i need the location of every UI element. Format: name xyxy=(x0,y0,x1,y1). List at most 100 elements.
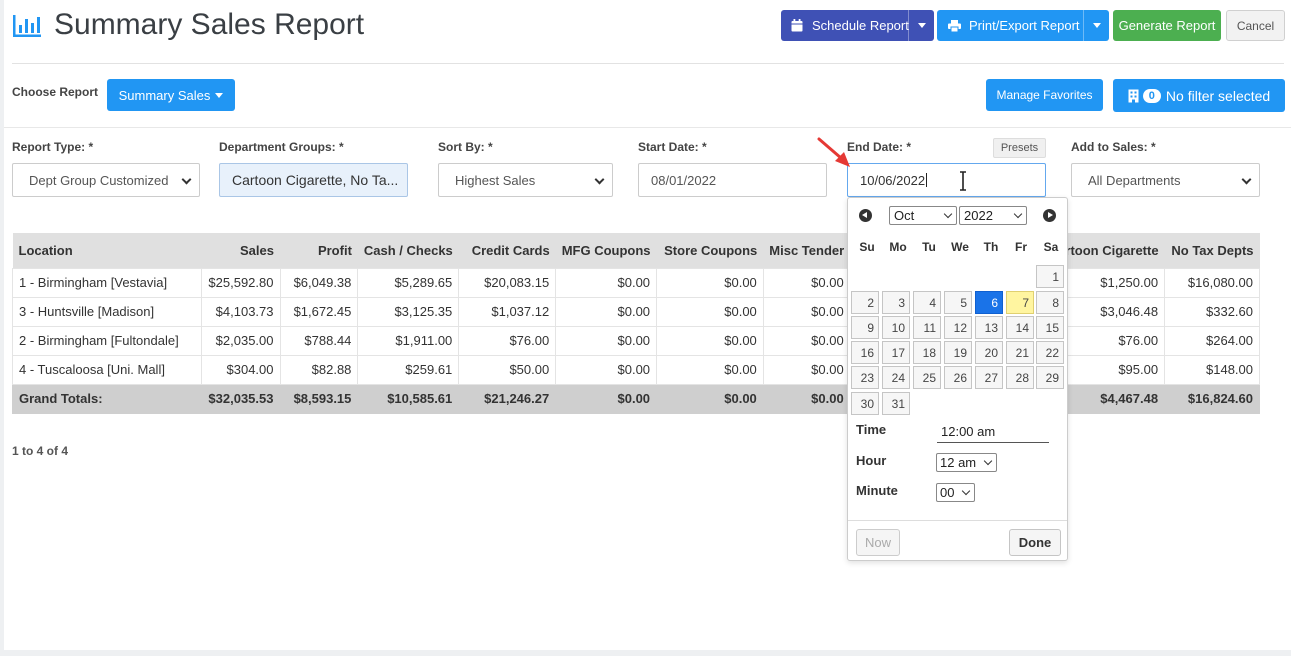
column-header[interactable]: No Tax Depts xyxy=(1164,233,1260,268)
column-header[interactable]: Cash / Checks xyxy=(357,233,459,268)
calendar-day[interactable]: 7 xyxy=(1006,291,1034,314)
column-header[interactable]: Sales xyxy=(201,233,280,268)
table-row[interactable]: 3 - Huntsville [Madison] $4,103.73 $1,67… xyxy=(11,296,1260,327)
calendar-day[interactable]: 26 xyxy=(944,366,972,389)
arrow-left-icon[interactable] xyxy=(859,209,872,222)
presets-button[interactable]: Presets xyxy=(993,138,1046,158)
table-row[interactable]: 4 - Tuscaloosa [Uni. Mall] $304.00 $82.8… xyxy=(11,354,1260,385)
red-arrow-icon xyxy=(817,137,850,167)
divider xyxy=(4,127,1291,128)
datepicker-header: Oct 2022 xyxy=(848,198,1067,232)
calendar-day[interactable]: 28 xyxy=(1006,366,1034,389)
calendar-day[interactable]: 24 xyxy=(882,366,910,389)
table-cell: $1,911.00 xyxy=(357,325,460,356)
calendar-day[interactable]: 10 xyxy=(882,316,910,339)
calendar-day[interactable]: 16 xyxy=(851,341,879,364)
department-groups-value: Cartoon Cigarette, No Ta... xyxy=(232,172,399,188)
department-groups-select[interactable]: Cartoon Cigarette, No Ta... xyxy=(219,163,408,197)
calendar-day[interactable]: 9 xyxy=(851,316,879,339)
year-select[interactable]: 2022 xyxy=(959,206,1027,225)
table-cell: $1,672.45 xyxy=(279,296,359,327)
calendar-day[interactable]: 22 xyxy=(1036,341,1064,364)
table-cell: $3,125.35 xyxy=(357,296,460,327)
calendar-day[interactable]: 15 xyxy=(1036,316,1064,339)
calendar-day[interactable]: 17 xyxy=(882,341,910,364)
calendar-day[interactable]: 27 xyxy=(975,366,1003,389)
sort-by-select[interactable]: Highest Sales xyxy=(438,163,613,197)
calendar-day[interactable]: 11 xyxy=(913,316,941,339)
year-value: 2022 xyxy=(964,208,993,223)
table-cell: $0.00 xyxy=(656,354,764,385)
report-type-select[interactable]: Dept Group Customized xyxy=(12,163,200,197)
table-cell: $0.00 xyxy=(555,296,658,327)
table-cell: $0.00 xyxy=(656,267,764,298)
calendar-day[interactable]: 25 xyxy=(913,366,941,389)
minute-select[interactable]: 00 xyxy=(936,483,975,502)
table-cell: $0.00 xyxy=(555,267,658,298)
column-header[interactable]: Credit Cards xyxy=(458,233,556,268)
datepicker: Oct 2022 Su Mo Tu We Th Fr Sa 1234567891… xyxy=(847,197,1068,561)
hour-select[interactable]: 12 am xyxy=(936,453,997,472)
print-export-button[interactable]: Print/Export Report xyxy=(937,10,1109,41)
calendar-day[interactable]: 1 xyxy=(1036,265,1064,288)
column-header[interactable]: MFG Coupons xyxy=(555,233,657,268)
add-to-sales-select[interactable]: All Departments xyxy=(1071,163,1260,197)
column-header[interactable]: Store Coupons xyxy=(656,233,764,268)
table-row[interactable]: 1 - Birmingham [Vestavia] $25,592.80 $6,… xyxy=(11,267,1260,298)
print-dropdown-toggle[interactable] xyxy=(1083,10,1109,41)
cancel-button[interactable]: Cancel xyxy=(1226,10,1285,41)
calendar-day[interactable]: 21 xyxy=(1006,341,1034,364)
calendar-day[interactable]: 18 xyxy=(913,341,941,364)
column-header[interactable]: artoon Cigarette xyxy=(1052,233,1165,268)
table-cell: $82.88 xyxy=(279,354,359,385)
calendar-day[interactable]: 6 xyxy=(975,291,1003,314)
end-date-label: End Date: * xyxy=(847,140,912,154)
calendar-day[interactable]: 2 xyxy=(851,291,879,314)
calendar-day[interactable]: 29 xyxy=(1036,366,1064,389)
calendar-day[interactable]: 19 xyxy=(944,341,972,364)
table-cell: $0.00 xyxy=(656,296,764,327)
page-title: Summary Sales Report xyxy=(54,8,365,41)
month-select[interactable]: Oct xyxy=(889,206,957,225)
month-value: Oct xyxy=(894,208,915,223)
report-select-label: Summary Sales xyxy=(118,87,211,103)
calendar-day[interactable]: 23 xyxy=(851,366,879,389)
calendar-day[interactable]: 8 xyxy=(1036,291,1064,314)
column-header[interactable]: Profit xyxy=(280,233,358,268)
calendar-day[interactable]: 12 xyxy=(944,316,972,339)
table-cell: Grand Totals: xyxy=(11,383,203,414)
calendar-day[interactable]: 4 xyxy=(913,291,941,314)
start-date-input[interactable]: 08/01/2022 xyxy=(638,163,827,197)
calendar-day[interactable]: 31 xyxy=(882,392,910,415)
manage-favorites-button[interactable]: Manage Favorites xyxy=(986,79,1103,111)
table-row[interactable]: 2 - Birmingham [Fultondale] $2,035.00 $7… xyxy=(11,325,1260,356)
hour-value: 12 am xyxy=(940,455,977,470)
add-to-sales-label: Add to Sales: * xyxy=(1071,140,1156,154)
table-cell: $1,250.00 xyxy=(1051,267,1166,298)
schedule-report-button[interactable]: Schedule Report xyxy=(781,10,934,41)
start-date-value: 08/01/2022 xyxy=(651,172,717,188)
report-select-button[interactable]: Summary Sales xyxy=(107,79,235,111)
calendar-day[interactable]: 5 xyxy=(944,291,972,314)
column-header[interactable]: Misc Tender xyxy=(763,233,851,268)
schedule-dropdown-toggle[interactable] xyxy=(908,10,934,41)
calendar-day[interactable]: 20 xyxy=(975,341,1003,364)
chevron-down-icon xyxy=(1092,23,1101,28)
column-header[interactable]: Location xyxy=(12,233,202,268)
chevron-down-icon xyxy=(983,456,993,466)
arrow-right-icon[interactable] xyxy=(1043,209,1056,222)
table-cell: 1 - Birmingham [Vestavia] xyxy=(11,267,203,298)
generate-report-button[interactable]: Generate Report xyxy=(1113,10,1221,41)
done-button[interactable]: Done xyxy=(1009,529,1061,556)
calendar-day[interactable]: 14 xyxy=(1006,316,1034,339)
filter-button[interactable]: 0 No filter selected xyxy=(1113,79,1285,112)
end-date-input[interactable]: 10/06/2022 xyxy=(847,163,1046,197)
calendar-day[interactable]: 3 xyxy=(882,291,910,314)
calendar-day[interactable]: 13 xyxy=(975,316,1003,339)
now-button[interactable]: Now xyxy=(856,529,900,556)
report-type-label: Report Type: * xyxy=(12,140,94,154)
print-export-label: Print/Export Report xyxy=(969,18,1080,33)
calendar-day[interactable]: 30 xyxy=(851,392,879,415)
text-cursor-icon xyxy=(960,171,966,191)
table-cell: $76.00 xyxy=(458,325,557,356)
